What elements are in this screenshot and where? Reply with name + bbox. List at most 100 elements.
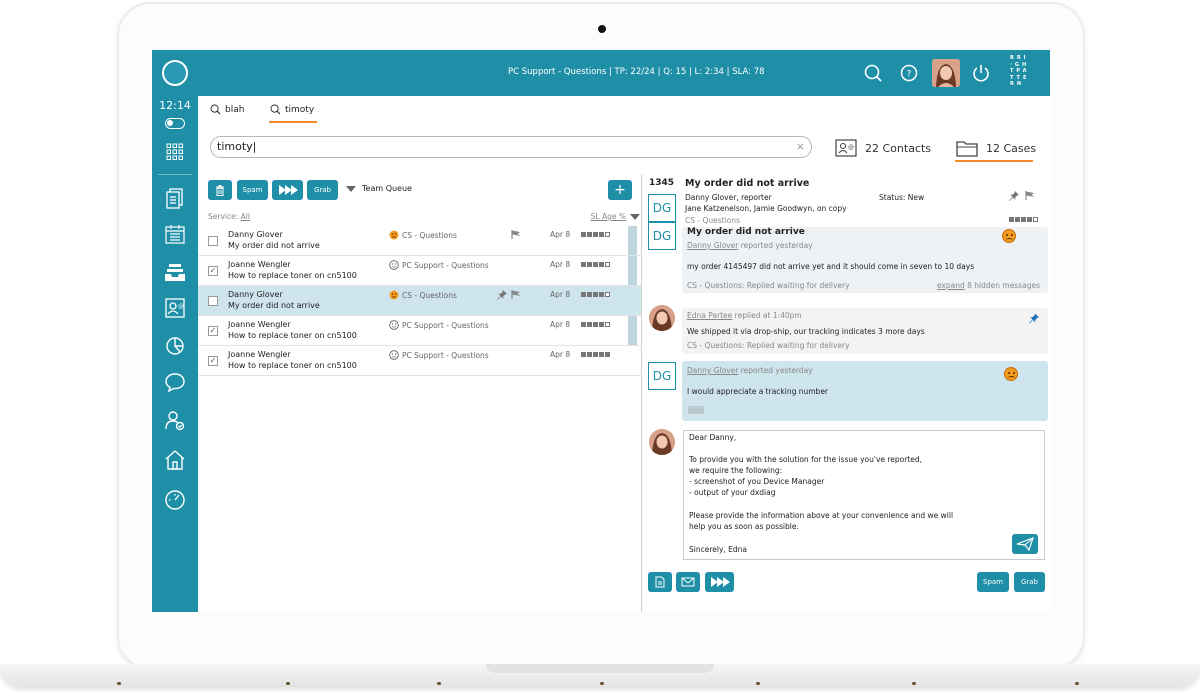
case-service: PC Support - Questions bbox=[389, 350, 489, 360]
power-icon[interactable] bbox=[970, 62, 992, 84]
notes-icon[interactable] bbox=[163, 186, 187, 210]
contacts-icon[interactable]: @ bbox=[163, 296, 187, 320]
message-time: reported yesterday bbox=[740, 366, 813, 375]
pin-icon[interactable] bbox=[496, 289, 508, 300]
message-body: I would appreciate a tracking number bbox=[687, 387, 829, 396]
case-title: My order did not arrive bbox=[685, 178, 810, 189]
add-case-button[interactable]: + bbox=[608, 180, 632, 200]
grab-button[interactable]: Grab bbox=[307, 180, 338, 200]
base-foot bbox=[117, 682, 121, 685]
sort-label: SL Age % bbox=[590, 212, 626, 221]
flag-icon[interactable] bbox=[510, 289, 522, 300]
delete-button[interactable] bbox=[208, 180, 232, 200]
app-logo[interactable] bbox=[162, 60, 188, 86]
case-header-actions bbox=[1008, 190, 1036, 201]
spam-button[interactable]: Spam bbox=[977, 572, 1009, 592]
dial-pad-icon[interactable] bbox=[163, 140, 187, 164]
sad-face-icon bbox=[1002, 229, 1016, 243]
case-row[interactable]: ✓ Joanne Wengler How to replace toner on… bbox=[198, 346, 642, 376]
note-button[interactable] bbox=[648, 572, 672, 592]
reply-line: we require the following: bbox=[689, 466, 783, 475]
contacts-count: 22 Contacts bbox=[865, 141, 932, 155]
case-service: CS - Questions bbox=[389, 290, 457, 300]
cases-results-tab[interactable]: 12 Cases bbox=[956, 139, 1036, 157]
reply-line: Sincerely, Edna bbox=[689, 545, 748, 554]
message-title: My order did not arrive bbox=[687, 227, 805, 237]
row-checkbox[interactable] bbox=[208, 236, 218, 246]
status-toggle[interactable] bbox=[165, 118, 185, 129]
pin-icon[interactable] bbox=[1008, 190, 1020, 201]
send-icon bbox=[1016, 536, 1034, 552]
case-subject: How to replace toner on cn5100 bbox=[228, 331, 357, 340]
search-input[interactable]: timoty| × bbox=[210, 136, 812, 158]
grab-button[interactable]: Grab bbox=[1014, 572, 1045, 592]
expand-hidden-messages[interactable]: expand 8 hidden messages bbox=[937, 281, 1040, 290]
case-service: CS - Questions bbox=[389, 230, 457, 240]
message-author[interactable]: Danny Glover bbox=[687, 366, 738, 375]
case-subject: My order did not arrive bbox=[228, 241, 320, 250]
sender-initials-avatar: DG bbox=[648, 362, 676, 390]
spam-button[interactable]: Spam bbox=[237, 180, 268, 200]
message-author[interactable]: Danny Glover bbox=[687, 241, 738, 250]
service-filter-label: Service: bbox=[208, 212, 239, 221]
case-reporter: Joanne Wengler bbox=[228, 320, 291, 329]
neutral-face-icon bbox=[389, 320, 399, 330]
left-sidebar: 12:14 @ bbox=[152, 96, 198, 612]
sl-age-indicator bbox=[581, 262, 610, 267]
case-row[interactable]: Danny Glover My order did not arrive CS … bbox=[198, 226, 642, 256]
sl-age-indicator bbox=[581, 292, 610, 297]
chat-icon[interactable] bbox=[163, 370, 187, 394]
case-service-name: CS - Questions bbox=[402, 230, 457, 240]
contacts-results-tab[interactable]: @ 22 Contacts bbox=[835, 139, 931, 157]
case-service: PC Support - Questions bbox=[389, 320, 489, 330]
agent-status-icon[interactable] bbox=[163, 408, 187, 432]
case-row-selected[interactable]: Danny Glover My order did not arrive CS … bbox=[198, 286, 642, 316]
sl-age-indicator bbox=[581, 232, 610, 237]
user-avatar[interactable] bbox=[932, 59, 960, 87]
case-row[interactable]: ✓ Joanne Wengler How to replace toner on… bbox=[198, 316, 642, 346]
queue-selector[interactable]: Team Queue bbox=[346, 184, 412, 193]
inbox-icon[interactable] bbox=[163, 260, 187, 284]
row-checkbox-checked[interactable]: ✓ bbox=[208, 266, 218, 276]
base-foot bbox=[1075, 682, 1079, 685]
sort-sl-age[interactable]: SL Age % bbox=[591, 212, 640, 221]
case-row[interactable]: ✓ Joanne Wengler How to replace toner on… bbox=[198, 256, 642, 286]
row-checkbox-checked[interactable]: ✓ bbox=[208, 356, 218, 366]
case-date: Apr 8 bbox=[550, 260, 571, 269]
double-forward-icon bbox=[710, 577, 730, 587]
search-icon bbox=[270, 104, 281, 115]
home-icon[interactable] bbox=[163, 448, 187, 472]
clear-search-icon[interactable]: × bbox=[796, 140, 805, 153]
pin-icon[interactable] bbox=[1028, 312, 1040, 324]
send-button[interactable] bbox=[1012, 534, 1038, 554]
flag-icon[interactable] bbox=[510, 229, 522, 240]
email-button[interactable] bbox=[676, 572, 700, 592]
row-checkbox-checked[interactable]: ✓ bbox=[208, 326, 218, 336]
svg-text:?: ? bbox=[907, 70, 912, 80]
reports-icon[interactable] bbox=[163, 334, 187, 358]
calendar-icon[interactable] bbox=[163, 222, 187, 246]
queue-name: Team Queue bbox=[362, 184, 412, 193]
reply-line: help you as soon as possible. bbox=[689, 522, 799, 531]
search-tab-timoty[interactable]: timoty bbox=[270, 104, 314, 115]
search-icon[interactable] bbox=[862, 62, 884, 84]
flag-icon[interactable] bbox=[1024, 190, 1036, 201]
contacts-icon: @ bbox=[835, 139, 857, 157]
more-options-button[interactable]: ··· bbox=[688, 406, 704, 414]
document-icon bbox=[655, 576, 665, 588]
message-author[interactable]: Edna Partee bbox=[687, 311, 732, 320]
case-subject: How to replace toner on cn5100 bbox=[228, 361, 357, 370]
dashboard-icon[interactable] bbox=[163, 488, 187, 512]
webcam bbox=[598, 25, 606, 33]
forward-button[interactable] bbox=[272, 180, 303, 200]
search-tab-blah[interactable]: blah bbox=[210, 104, 244, 115]
row-checkbox[interactable] bbox=[208, 296, 218, 306]
message-time: replied at 1:40pm bbox=[734, 311, 802, 320]
reply-editor[interactable]: Dear Danny, To provide you with the solu… bbox=[683, 430, 1045, 560]
help-icon[interactable]: ? bbox=[898, 62, 920, 84]
sad-face-icon bbox=[389, 230, 399, 240]
message-meta: Edna Partee replied at 1:40pm bbox=[687, 311, 802, 320]
service-filter-value[interactable]: All bbox=[241, 212, 250, 221]
pane-divider[interactable] bbox=[641, 174, 642, 612]
forward-button[interactable] bbox=[705, 572, 734, 592]
